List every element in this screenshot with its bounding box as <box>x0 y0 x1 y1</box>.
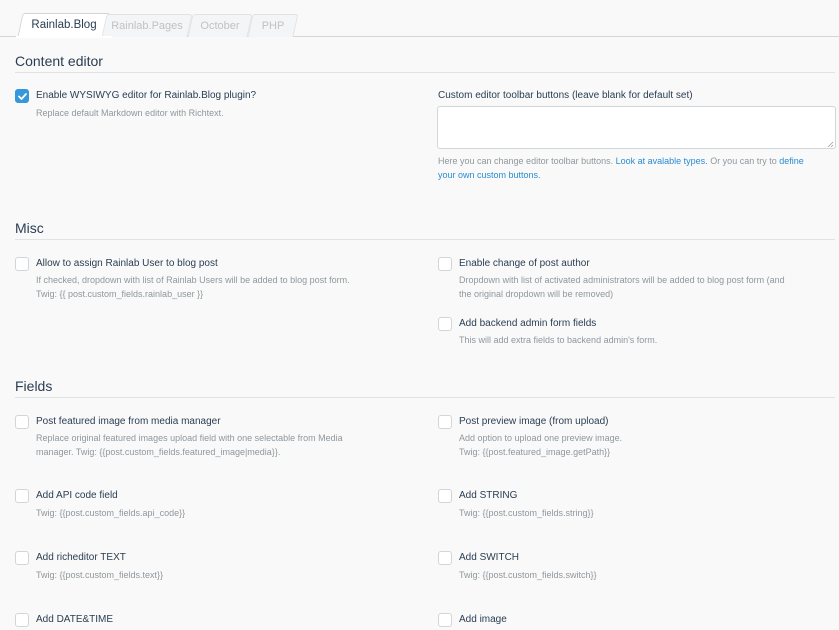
resize-grip-icon[interactable] <box>827 141 834 148</box>
api-code-twig: Twig: {{post.custom_fields.api_code}} <box>36 508 186 518</box>
section-divider <box>15 239 835 240</box>
check-icon <box>18 93 27 100</box>
custom-buttons-link-part2[interactable]: your own custom buttons. <box>438 170 541 180</box>
available-types-link[interactable]: Look at avalable types. <box>616 156 708 166</box>
toolbar-buttons-textarea[interactable] <box>437 106 836 149</box>
api-code-label: Add API code field <box>36 490 118 501</box>
section-title-misc: Misc <box>15 220 44 236</box>
wysiwyg-checkbox[interactable] <box>15 89 29 103</box>
post-author-checkbox[interactable] <box>438 257 452 271</box>
section-divider <box>15 397 835 398</box>
tab-label: Rainlab.Pages <box>111 19 183 32</box>
wysiwyg-help: Replace default Markdown editor with Ric… <box>36 108 224 118</box>
switch-label: Add SWITCH <box>459 552 520 563</box>
preview-image-label: Post preview image (from upload) <box>459 416 609 427</box>
preview-image-checkbox[interactable] <box>438 415 452 429</box>
custom-buttons-link-part1[interactable]: define <box>779 156 804 166</box>
featured-image-twig: manager. Twig: {{post.custom_fields.feat… <box>36 447 281 457</box>
string-label: Add STRING <box>459 490 518 501</box>
richeditor-label: Add richeditor TEXT <box>36 552 126 563</box>
tab-label: October <box>200 19 240 32</box>
featured-image-help: Replace original featured images upload … <box>36 433 343 443</box>
preview-image-twig: Twig: {{post.featured_image.getPath}} <box>459 447 611 457</box>
richeditor-twig: Twig: {{post.custom_fields.text}} <box>36 570 164 580</box>
rainlab-user-help: If checked, dropdown with list of Rainla… <box>36 275 350 285</box>
tab-october[interactable]: October <box>187 14 253 37</box>
featured-image-checkbox[interactable] <box>15 415 29 429</box>
rainlab-user-twig: Twig: {{ post.custom_fields.rainlab_user… <box>36 289 204 299</box>
section-divider <box>15 72 835 73</box>
richeditor-checkbox[interactable] <box>15 551 29 565</box>
section-title-fields: Fields <box>15 378 53 394</box>
tab-php[interactable]: PHP <box>247 14 299 37</box>
preview-image-help: Add option to upload one preview image. <box>459 433 623 443</box>
backend-fields-checkbox[interactable] <box>438 317 452 331</box>
switch-checkbox[interactable] <box>438 551 452 565</box>
api-code-checkbox[interactable] <box>15 489 29 503</box>
datetime-checkbox[interactable] <box>15 613 29 627</box>
tab-label: Rainlab.Blog <box>31 19 97 31</box>
featured-image-label: Post featured image from media manager <box>36 416 221 427</box>
rainlab-user-checkbox[interactable] <box>15 257 29 271</box>
image-label: Add image <box>459 614 507 625</box>
toolbar-buttons-help-line2: your own custom buttons. <box>438 168 541 182</box>
tab-label: PHP <box>261 19 285 32</box>
image-checkbox[interactable] <box>438 613 452 627</box>
post-author-help: Dropdown with list of activated administ… <box>459 275 785 285</box>
toolbar-buttons-label: Custom editor toolbar buttons (leave bla… <box>438 90 693 101</box>
backend-fields-help: This will add extra fields to backend ad… <box>459 335 658 345</box>
toolbar-help-text: Here you can change editor toolbar butto… <box>438 156 616 166</box>
toolbar-buttons-help: Here you can change editor toolbar butto… <box>438 154 838 168</box>
datetime-label: Add DATE&TIME <box>36 614 114 625</box>
string-twig: Twig: {{post.custom_fields.string}} <box>459 508 594 518</box>
section-title-content-editor: Content editor <box>15 53 103 69</box>
switch-twig: Twig: {{post.custom_fields.switch}} <box>459 570 597 580</box>
rainlab-user-label: Allow to assign Rainlab User to blog pos… <box>36 258 218 269</box>
tab-rainlab-pages[interactable]: Rainlab.Pages <box>101 14 193 37</box>
tab-rainlab-blog[interactable]: Rainlab.Blog <box>16 13 112 38</box>
backend-fields-label: Add backend admin form fields <box>459 318 597 329</box>
toolbar-help-text-middle: Or you can try to <box>707 156 780 166</box>
post-author-label: Enable change of post author <box>459 258 590 269</box>
string-checkbox[interactable] <box>438 489 452 503</box>
post-author-help-line2: the original dropdown will be removed) <box>459 289 614 299</box>
tab-bar: Rainlab.Blog Rainlab.Pages October PHP <box>0 0 839 38</box>
wysiwyg-label: Enable WYSIWYG editor for Rainlab.Blog p… <box>36 90 257 101</box>
